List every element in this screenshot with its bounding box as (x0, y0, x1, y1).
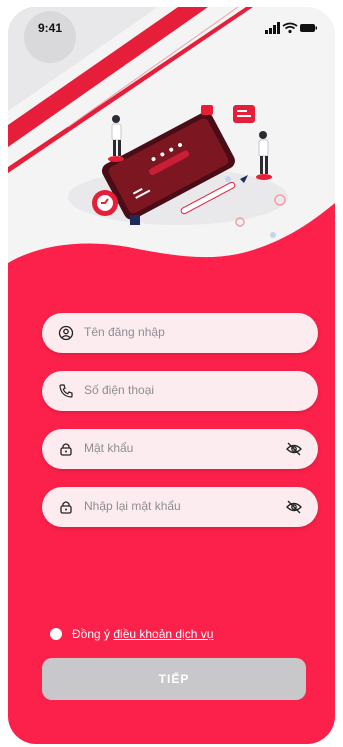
status-bar: 9:41 (8, 7, 335, 43)
confirm-password-field[interactable]: Nhập lại mật khẩu (42, 487, 318, 527)
username-placeholder: Tên đăng nhập (84, 325, 165, 339)
password-field[interactable]: Mật khẩu (42, 429, 318, 469)
register-form: Tên đăng nhập Số điện thoại Mật khẩu Nhậ… (8, 7, 335, 744)
signal-icon (265, 22, 280, 34)
phone-icon (59, 384, 73, 398)
wifi-icon (282, 22, 298, 34)
phone-screen: 9:41 Tên đăng nhập Số điện thoại Mật khẩ… (8, 7, 335, 744)
password-placeholder: Mật khẩu (84, 441, 134, 455)
phone-field[interactable]: Số điện thoại (42, 371, 318, 411)
status-time: 9:41 (38, 21, 63, 35)
confirm-password-placeholder: Nhập lại mật khẩu (84, 499, 181, 513)
next-button[interactable]: TIẾP (42, 658, 306, 700)
username-field[interactable]: Tên đăng nhập (42, 313, 318, 353)
battery-icon (300, 24, 317, 32)
lock-icon (60, 501, 72, 514)
phone-placeholder: Số điện thoại (84, 383, 155, 397)
status-icons (265, 22, 317, 34)
lock-icon (60, 443, 72, 456)
terms-text: Đồng ý điều khoản dịch vụ (72, 627, 213, 641)
terms-link[interactable]: điều khoản dịch vụ (113, 627, 213, 641)
user-icon (58, 325, 74, 341)
eye-off-icon[interactable] (286, 441, 302, 457)
terms-radio[interactable] (50, 628, 62, 640)
eye-off-icon[interactable] (286, 499, 302, 515)
terms-prefix: Đồng ý (72, 627, 114, 641)
